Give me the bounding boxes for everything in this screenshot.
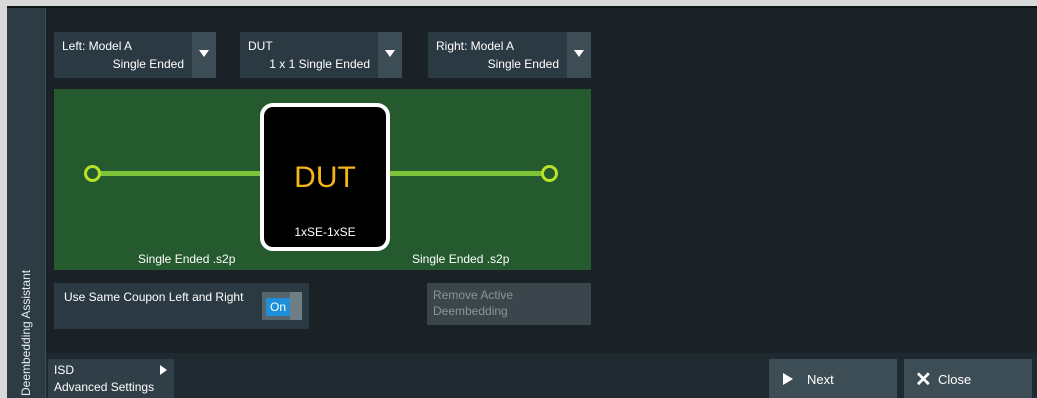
main-panel: Left: Model A Single Ended DUT 1 x 1 Sin… — [46, 8, 1037, 353]
dut-block-title: DUT — [294, 161, 356, 194]
deembedding-diagram: DUT 1xSE-1xSE Single Ended .s2p Single E… — [54, 89, 591, 270]
left-port-icon — [84, 165, 101, 182]
isd-label: ISD — [54, 363, 75, 377]
play-icon — [783, 373, 793, 385]
bottom-toolbar: ISD Advanced Settings Next ✕ Close — [46, 353, 1037, 398]
left-model-value: Single Ended — [112, 57, 184, 71]
toggle-knob — [290, 292, 302, 320]
left-model-title: Left: Model A — [62, 39, 133, 53]
right-port-icon — [541, 165, 558, 182]
right-file-label: Single Ended .s2p — [412, 252, 510, 266]
dut-block[interactable]: DUT 1xSE-1xSE — [260, 103, 390, 251]
chevron-down-icon[interactable] — [378, 32, 402, 78]
advanced-settings-label: Advanced Settings — [54, 380, 155, 394]
right-model-value: Single Ended — [487, 57, 559, 71]
next-label: Next — [807, 372, 834, 387]
same-coupon-label: Use Same Coupon Left and Right — [64, 290, 244, 304]
toggle-on-label: On — [266, 298, 290, 316]
left-model-dropdown[interactable]: Left: Model A Single Ended — [54, 32, 216, 78]
dut-title: DUT — [248, 39, 273, 53]
side-tab-label: Deembedding Assistant — [19, 269, 33, 396]
chevron-down-icon[interactable] — [192, 32, 216, 78]
dut-block-subtitle: 1xSE-1xSE — [294, 225, 356, 239]
chevron-down-icon[interactable] — [567, 32, 591, 78]
left-trace — [94, 171, 262, 176]
side-tab[interactable]: Deembedding Assistant — [7, 8, 46, 398]
right-model-dropdown[interactable]: Right: Model A Single Ended — [428, 32, 591, 78]
close-button[interactable]: ✕ Close — [904, 359, 1032, 398]
close-icon: ✕ — [915, 369, 932, 391]
left-file-label: Single Ended .s2p — [138, 252, 236, 266]
same-coupon-setting: Use Same Coupon Left and Right On — [54, 283, 309, 329]
right-trace — [388, 171, 548, 176]
close-label: Close — [938, 372, 972, 387]
dut-value: 1 x 1 Single Ended — [269, 57, 370, 71]
remove-button-label: Remove Active Deembedding — [433, 288, 514, 318]
remove-active-deembedding-button[interactable]: Remove Active Deembedding — [427, 283, 591, 325]
dut-dropdown[interactable]: DUT 1 x 1 Single Ended — [240, 32, 402, 78]
right-model-title: Right: Model A — [436, 39, 515, 53]
same-coupon-toggle[interactable]: On — [262, 292, 302, 320]
play-icon — [160, 365, 167, 375]
next-button[interactable]: Next — [769, 359, 897, 398]
isd-advanced-settings-button[interactable]: ISD Advanced Settings — [48, 359, 174, 398]
deembedding-assistant-window: Deembedding Assistant Left: Model A Sing… — [7, 6, 1037, 398]
